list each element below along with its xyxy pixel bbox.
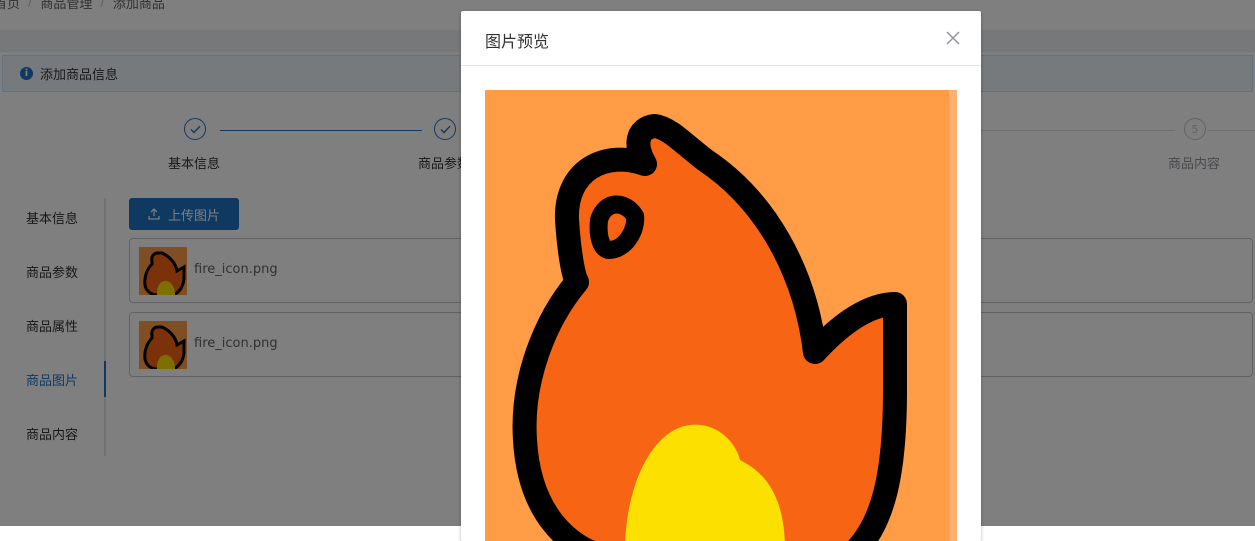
image-preview-dialog: 图片预览 [461, 11, 981, 541]
close-icon[interactable] [945, 30, 961, 46]
dialog-title: 图片预览 [485, 32, 550, 51]
fire-icon [485, 90, 957, 541]
dialog-header: 图片预览 [461, 11, 981, 66]
